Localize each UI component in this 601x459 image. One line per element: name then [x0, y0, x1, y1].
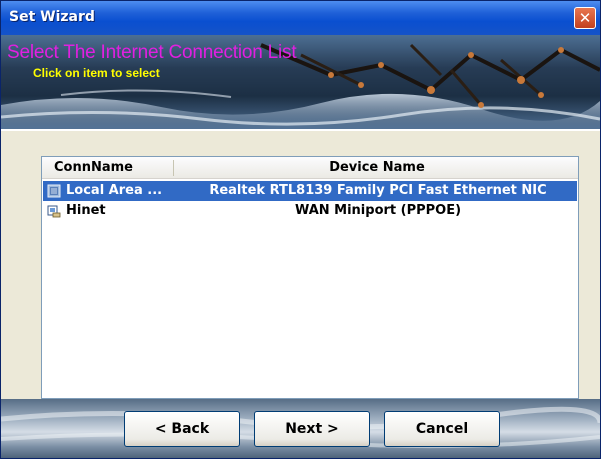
window-title: Set Wizard — [9, 9, 95, 25]
banner-subtitle: Click on item to select — [33, 66, 160, 80]
row-conn-name: Hinet — [66, 203, 106, 218]
close-button[interactable]: ✕ — [574, 7, 596, 29]
header-banner: Select The Internet Connection List Clic… — [1, 35, 600, 129]
title-bar[interactable]: Set Wizard ✕ — [1, 1, 600, 35]
row-device-name: Realtek RTL8139 Family PCI Fast Ethernet… — [209, 183, 547, 198]
column-header-device-name[interactable]: Device Name — [182, 157, 572, 179]
column-divider[interactable] — [173, 160, 174, 176]
next-button[interactable]: Next > — [254, 411, 370, 447]
back-button[interactable]: < Back — [124, 411, 240, 447]
close-icon: ✕ — [578, 8, 592, 27]
list-row-hinet[interactable]: Hinet WAN Miniport (PPPOE) — [43, 201, 577, 221]
connection-list[interactable]: ConnName Device Name Local Area ... Real… — [41, 156, 579, 399]
list-row-local-area[interactable]: Local Area ... Realtek RTL8139 Family PC… — [43, 181, 577, 201]
banner-title: Select The Internet Connection List — [7, 42, 297, 63]
list-header: ConnName Device Name — [42, 157, 578, 179]
divider — [1, 129, 600, 131]
button-bar: < Back Next > Cancel — [1, 399, 600, 458]
row-device-name: WAN Miniport (PPPOE) — [294, 203, 462, 218]
cancel-button[interactable]: Cancel — [384, 411, 500, 447]
row-conn-name: Local Area ... — [66, 183, 163, 198]
dialup-connection-icon — [47, 205, 61, 218]
network-adapter-icon — [47, 184, 61, 198]
wizard-window: Set Wizard ✕ Select The Internet Connect… — [0, 0, 601, 459]
column-header-connname[interactable]: ConnName — [54, 157, 172, 179]
